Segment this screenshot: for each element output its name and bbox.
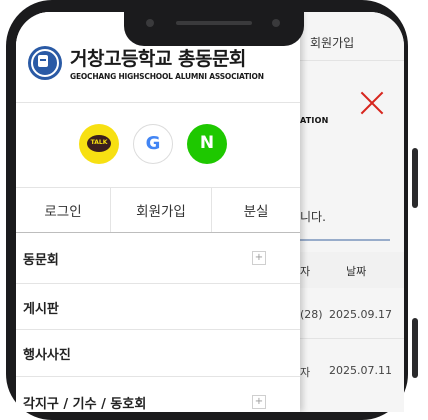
menu-label: 동문회	[23, 253, 59, 268]
kakao-talk-icon: TALK	[87, 135, 111, 152]
brand-name-english: GEOCHANG HIGHSCHOOL ALUMNI ASSOCIATION	[70, 72, 264, 81]
phone-mockup: 회원가입 ATION 니다. 자 날짜 (28) 2025.09.17 자 20…	[0, 0, 428, 420]
header-join-link[interactable]: 회원가입	[310, 34, 354, 51]
menu-item-event-photos[interactable]: 행사사진	[16, 330, 300, 376]
menu-item-board[interactable]: 게시판	[16, 284, 300, 329]
table-row-divider	[300, 338, 404, 339]
side-drawer: 거창고등학교 총동문회 GEOCHANG HIGHSCHOOL ALUMNI A…	[16, 12, 300, 412]
login-link[interactable]: 로그인	[16, 188, 110, 232]
expand-plus-icon[interactable]: +	[252, 395, 266, 409]
expand-plus-icon[interactable]: +	[252, 251, 266, 265]
table-cell-date: 2025.07.11	[329, 364, 392, 377]
menu-label: 각지구 / 기수 / 동호회	[23, 397, 147, 412]
divider	[16, 102, 300, 103]
menu-item-alumni[interactable]: 동문회 +	[16, 233, 300, 283]
menu-item-districts-classes-clubs[interactable]: 각지구 / 기수 / 동호회 +	[16, 377, 300, 412]
phone-side-button	[412, 148, 418, 208]
table-header-date: 날짜	[346, 265, 367, 278]
table-header-writer: 자	[300, 265, 311, 278]
notice-underline	[300, 239, 390, 241]
naver-n-icon: N	[199, 133, 215, 153]
notice-text-fragment: 니다.	[300, 210, 326, 224]
phone-side-button	[412, 318, 418, 378]
emblem-core	[38, 55, 48, 67]
phone-notch	[124, 12, 304, 46]
brand-name-korean[interactable]: 거창고등학교 총동문회	[70, 44, 246, 71]
close-icon[interactable]	[359, 90, 385, 116]
table-cell-writer: 자	[300, 366, 311, 379]
menu-label: 행사사진	[23, 348, 71, 363]
sensor-icon	[272, 19, 280, 27]
google-login-button[interactable]: G	[133, 124, 173, 164]
header-divider	[300, 60, 404, 61]
kakao-login-button[interactable]: TALK	[79, 124, 119, 164]
naver-login-button[interactable]: N	[187, 124, 227, 164]
school-emblem-icon[interactable]	[28, 46, 62, 80]
header-brand-fragment: ATION	[300, 116, 329, 125]
google-g-icon: G	[145, 133, 161, 154]
phone-screen: 회원가입 ATION 니다. 자 날짜 (28) 2025.09.17 자 20…	[16, 12, 404, 412]
camera-icon	[146, 19, 154, 27]
kakao-label: TALK	[90, 139, 108, 146]
table-cell-writer: (28)	[300, 308, 323, 321]
lost-account-link[interactable]: 분실	[212, 188, 300, 232]
table-cell-date: 2025.09.17	[329, 308, 392, 321]
menu-label: 게시판	[23, 302, 59, 317]
speaker-grille	[176, 21, 252, 25]
join-link[interactable]: 회원가입	[111, 188, 211, 232]
